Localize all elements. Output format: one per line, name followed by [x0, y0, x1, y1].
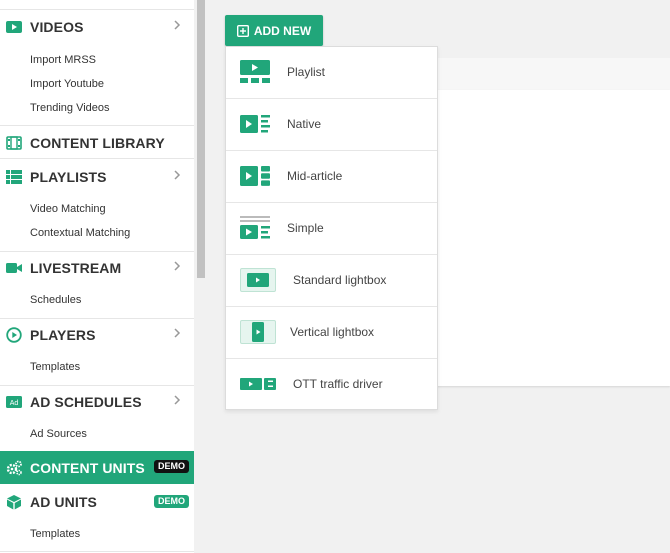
sidebar-subitem-ad-units-templates[interactable]: Templates [30, 528, 80, 540]
sidebar-subitem-import-youtube[interactable]: Import Youtube [30, 78, 104, 90]
chevron-right-icon[interactable] [172, 393, 182, 407]
divider [0, 125, 194, 126]
mid-article-icon [240, 166, 270, 186]
add-new-button[interactable]: ADD NEW [225, 15, 323, 46]
menu-item-playlist[interactable]: Playlist [226, 47, 437, 99]
playlist-icon [240, 60, 270, 83]
demo-badge: DEMO [154, 495, 189, 508]
vertical-lightbox-icon [240, 320, 276, 344]
sidebar-subitem-schedules[interactable]: Schedules [30, 294, 81, 306]
menu-item-vertical-lightbox[interactable]: Vertical lightbox [226, 307, 437, 359]
chevron-right-icon[interactable] [172, 168, 182, 182]
film-icon [6, 136, 22, 150]
divider [0, 551, 194, 552]
ad-icon-text: Ad [10, 400, 19, 407]
video-camera-icon [6, 263, 22, 273]
menu-item-standard-lightbox[interactable]: Standard lightbox [226, 255, 437, 307]
sidebar-item-livestream[interactable]: LIVESTREAM [0, 257, 194, 279]
add-new-dropdown: Playlist Native Mid-article Simple Stand… [225, 46, 438, 410]
menu-item-mid-article[interactable]: Mid-article [226, 151, 437, 203]
cube-icon [7, 495, 21, 510]
sidebar-item-content-library[interactable]: CONTENT LIBRARY [0, 132, 194, 154]
ott-traffic-driver-icon [240, 378, 276, 390]
sidebar-item-ad-units[interactable]: AD UNITS DEMO [0, 491, 194, 513]
sidebar-item-playlists[interactable]: PLAYLISTS [0, 166, 194, 188]
sidebar-subitem-import-mrss[interactable]: Import MRSS [30, 54, 96, 66]
sidebar-scrollbar-thumb[interactable] [197, 0, 205, 278]
ad-icon: Ad [6, 396, 22, 408]
sidebar-subitem-video-matching[interactable]: Video Matching [30, 203, 106, 215]
menu-item-native[interactable]: Native [226, 99, 437, 151]
add-new-label: ADD NEW [253, 23, 312, 38]
native-icon [240, 115, 270, 133]
list-icon [6, 170, 22, 184]
sidebar-item-videos[interactable]: VIDEOS [0, 16, 194, 38]
chevron-right-icon[interactable] [172, 259, 182, 273]
demo-badge: DEMO [154, 460, 189, 473]
sidebar-item-ad-schedules[interactable]: Ad AD SCHEDULES [0, 391, 194, 413]
divider [0, 318, 194, 319]
plus-square-icon [236, 24, 249, 37]
menu-item-ott-traffic-driver[interactable]: OTT traffic driver [226, 359, 437, 410]
sidebar-subitem-trending-videos[interactable]: Trending Videos [30, 102, 110, 114]
divider [0, 158, 194, 159]
play-circle-icon [6, 327, 22, 343]
chevron-right-icon[interactable] [172, 18, 182, 32]
chevron-right-icon[interactable] [172, 326, 182, 340]
divider [0, 251, 194, 252]
gears-icon [6, 460, 22, 476]
play-square-icon [6, 21, 22, 33]
standard-lightbox-icon [240, 268, 276, 292]
sidebar-subitem-ad-sources[interactable]: Ad Sources [30, 428, 87, 440]
divider [0, 9, 194, 10]
sidebar-item-content-units[interactable]: CONTENT UNITS DEMO [0, 451, 194, 484]
sidebar-item-players[interactable]: PLAYERS [0, 324, 194, 346]
divider [0, 385, 194, 386]
menu-item-simple[interactable]: Simple [226, 203, 437, 255]
sidebar: VIDEOS Import MRSS Import Youtube Trendi… [0, 0, 194, 553]
simple-icon [240, 216, 270, 239]
sidebar-subitem-templates[interactable]: Templates [30, 361, 80, 373]
sidebar-subitem-contextual-matching[interactable]: Contextual Matching [30, 227, 130, 239]
